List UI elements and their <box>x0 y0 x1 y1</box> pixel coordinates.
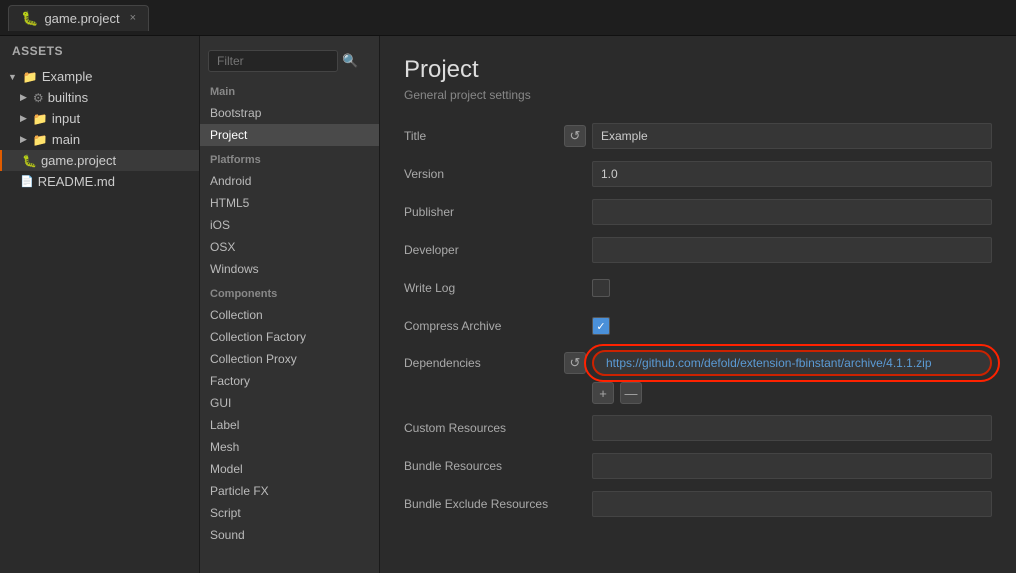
arrow-icon: ▶ <box>20 113 27 124</box>
sidebar-item-label: main <box>52 132 80 147</box>
bundle-resources-input[interactable] <box>592 453 992 479</box>
developer-row: Developer <box>404 236 992 264</box>
nav-item-script[interactable]: Script <box>200 502 379 524</box>
title-reset-button[interactable]: ↺ <box>564 125 586 147</box>
add-dependency-button[interactable]: + <box>592 382 614 404</box>
dependencies-label: Dependencies <box>404 356 564 370</box>
arrow-icon: ▶ <box>20 92 27 103</box>
arrow-icon: ▼ <box>8 72 17 82</box>
nav-item-collection[interactable]: Collection <box>200 304 379 326</box>
filter-bar: 🔍 <box>200 44 379 78</box>
nav-item-model[interactable]: Model <box>200 458 379 480</box>
nav-item-osx[interactable]: OSX <box>200 236 379 258</box>
assets-sidebar: Assets ▼ 📁 Example ▶ ⚙ builtins ▶ 📁 inpu… <box>0 36 200 573</box>
file-icon: 📄 <box>20 175 34 188</box>
sidebar-item-builtins[interactable]: ▶ ⚙ builtins <box>0 87 199 108</box>
section-platforms-label: Platforms <box>200 146 379 170</box>
publisher-label: Publisher <box>404 205 564 219</box>
nav-item-gui[interactable]: GUI <box>200 392 379 414</box>
developer-input[interactable] <box>592 237 992 263</box>
nav-item-bootstrap[interactable]: Bootstrap <box>200 102 379 124</box>
nav-item-ios[interactable]: iOS <box>200 214 379 236</box>
title-input[interactable] <box>592 123 992 149</box>
bundle-resources-label: Bundle Resources <box>404 459 564 473</box>
tab-icon: 🐛 <box>21 10 38 27</box>
tab-label: game.project <box>44 11 119 26</box>
section-main-label: Main <box>200 78 379 102</box>
sidebar-item-example[interactable]: ▼ 📁 Example <box>0 66 199 87</box>
write-log-label: Write Log <box>404 281 564 295</box>
custom-resources-input[interactable] <box>592 415 992 441</box>
tab-close-button[interactable]: × <box>130 12 136 24</box>
section-components-label: Components <box>200 280 379 304</box>
dependencies-row: Dependencies ↺ + — <box>404 350 992 404</box>
nav-item-factory[interactable]: Factory <box>200 370 379 392</box>
sidebar-item-readme[interactable]: 📄 README.md <box>0 171 199 192</box>
nav-item-collection-proxy[interactable]: Collection Proxy <box>200 348 379 370</box>
bundle-resources-row: Bundle Resources <box>404 452 992 480</box>
folder-icon: 📁 <box>33 133 48 147</box>
version-input[interactable] <box>592 161 992 187</box>
title-label: Title <box>404 129 564 143</box>
title-row: Title ↺ <box>404 122 992 150</box>
dependencies-input[interactable] <box>592 350 992 376</box>
arrow-icon: ▶ <box>20 134 27 145</box>
page-title: Project <box>404 56 992 84</box>
write-log-checkbox[interactable] <box>592 279 610 297</box>
version-row: Version <box>404 160 992 188</box>
developer-label: Developer <box>404 243 564 257</box>
bundle-exclude-label: Bundle Exclude Resources <box>404 497 564 511</box>
nav-item-particle-fx[interactable]: Particle FX <box>200 480 379 502</box>
nav-item-android[interactable]: Android <box>200 170 379 192</box>
nav-item-mesh[interactable]: Mesh <box>200 436 379 458</box>
remove-dependency-button[interactable]: — <box>620 382 642 404</box>
sidebar-item-label: Example <box>42 69 93 84</box>
nav-item-html5[interactable]: HTML5 <box>200 192 379 214</box>
nav-item-sound[interactable]: Sound <box>200 524 379 546</box>
sidebar-item-input[interactable]: ▶ 📁 input <box>0 108 199 129</box>
bundle-exclude-row: Bundle Exclude Resources <box>404 490 992 518</box>
filter-input[interactable] <box>208 50 338 72</box>
folder-icon: 📁 <box>23 70 38 84</box>
settings-nav-panel: 🔍 Main Bootstrap Project Platforms Andro… <box>200 36 380 573</box>
main-content: Assets ▼ 📁 Example ▶ ⚙ builtins ▶ 📁 inpu… <box>0 36 1016 573</box>
puzzle-icon: ⚙ <box>33 91 44 105</box>
publisher-row: Publisher <box>404 198 992 226</box>
custom-resources-label: Custom Resources <box>404 421 564 435</box>
sidebar-item-main[interactable]: ▶ 📁 main <box>0 129 199 150</box>
sidebar-item-label: README.md <box>38 174 115 189</box>
dependencies-reset-button[interactable]: ↺ <box>564 352 586 374</box>
nav-item-collection-factory[interactable]: Collection Factory <box>200 326 379 348</box>
nav-item-project[interactable]: Project <box>200 124 379 146</box>
top-bar: 🐛 game.project × <box>0 0 1016 36</box>
gear-icon: 🐛 <box>22 154 37 168</box>
sidebar-item-game-project[interactable]: 🐛 game.project <box>0 150 199 171</box>
folder-icon: 📁 <box>33 112 48 126</box>
compress-archive-label: Compress Archive <box>404 319 564 333</box>
compress-archive-checkbox[interactable]: ✓ <box>592 317 610 335</box>
publisher-input[interactable] <box>592 199 992 225</box>
assets-title: Assets <box>0 36 199 66</box>
nav-item-label[interactable]: Label <box>200 414 379 436</box>
search-icon[interactable]: 🔍 <box>342 53 358 69</box>
custom-resources-row: Custom Resources <box>404 414 992 442</box>
game-project-tab[interactable]: 🐛 game.project × <box>8 5 149 31</box>
project-settings-panel: Project General project settings Title ↺… <box>380 36 1016 573</box>
sidebar-item-label: game.project <box>41 153 116 168</box>
nav-item-windows[interactable]: Windows <box>200 258 379 280</box>
sidebar-item-label: builtins <box>48 90 88 105</box>
version-label: Version <box>404 167 564 181</box>
page-subtitle: General project settings <box>404 88 992 102</box>
sidebar-item-label: input <box>52 111 80 126</box>
write-log-row: Write Log <box>404 274 992 302</box>
compress-archive-row: Compress Archive ✓ <box>404 312 992 340</box>
bundle-exclude-input[interactable] <box>592 491 992 517</box>
